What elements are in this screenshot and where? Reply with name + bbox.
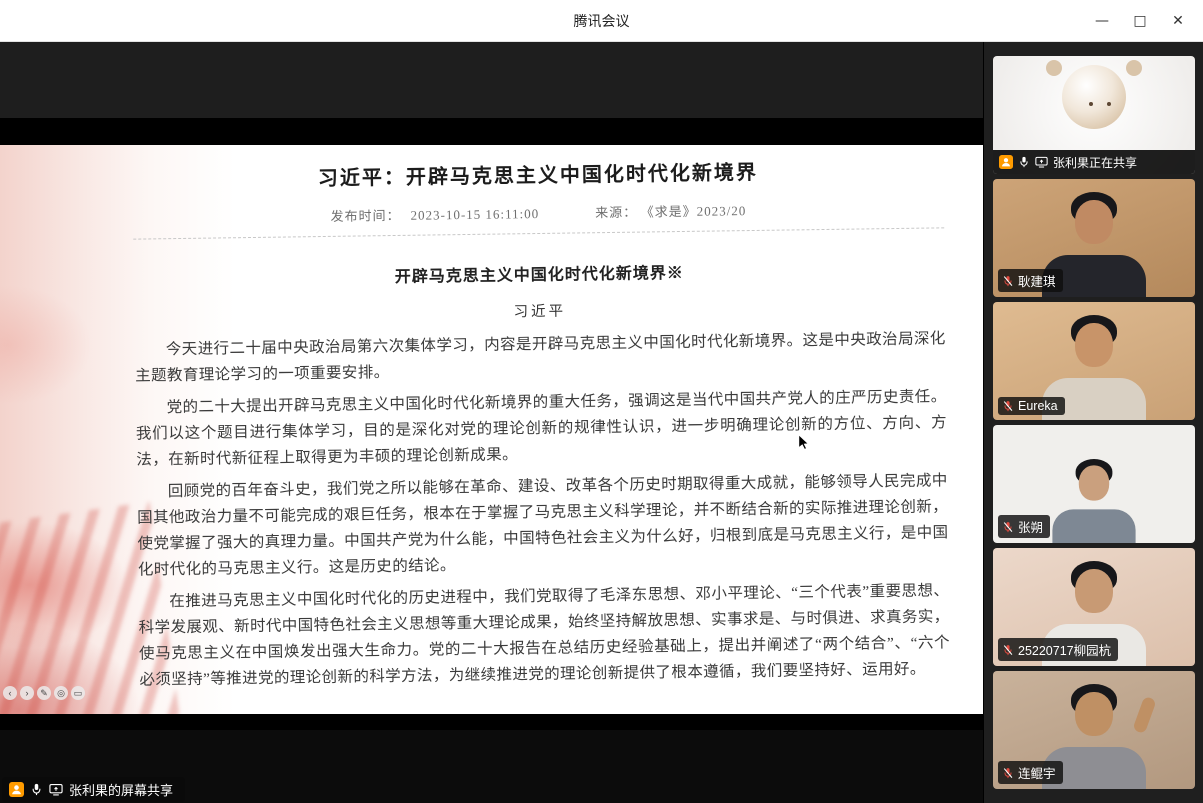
presenter-icon [9,782,24,797]
avatar-eye [1089,102,1093,106]
source-value: 《求是》2023/20 [647,203,746,219]
content-area: 习近平：开辟马克思主义中国化时代化新境界 发布时间： 2023-10-15 16:… [0,42,1203,803]
participant-name: 耿建琪 [1018,271,1056,290]
window-controls: — □ ✕ [1083,0,1197,42]
participant-name: 25220717柳园杭 [1018,640,1111,659]
article-paragraph: 党的二十大提出开辟马克思主义中国化时代化新境界的重大任务，强调这是当代中国共产党… [135,384,947,473]
participants-sidebar: 张利果正在共享 耿建琪 [983,42,1203,803]
participant-name: 张利果正在共享 [1053,154,1137,171]
source-label: 来源： [595,205,637,221]
meeting-window: 腾讯会议 — □ ✕ 习近平：开辟马克思主义中国化时代化新境界 发布时间： 202… [0,0,1203,803]
next-page-icon[interactable]: › [20,686,34,700]
muted-mic-icon [1002,767,1014,779]
screen-share-icon [49,783,63,796]
close-icon: ✕ [1172,13,1184,29]
avatar-eye [1107,102,1111,106]
article-heading: 开辟马克思主义中国化时代化新境界※ [134,255,945,290]
mic-icon [30,783,43,796]
stage-letterbox-top [0,42,983,118]
shared-screen-view: 习近平：开辟马克思主义中国化时代化新境界 发布时间： 2023-10-15 16:… [0,118,983,730]
muted-mic-icon [1002,400,1014,412]
share-badge-label: 张利果的屏幕共享 [69,780,173,799]
article-meta: 发布时间： 2023-10-15 16:11:00 来源： 《求是》2023/20 [133,197,944,227]
eraser-tool-icon[interactable]: ▭ [71,686,85,700]
shared-document: 习近平：开辟马克思主义中国化时代化新境界 发布时间： 2023-10-15 16:… [0,145,983,714]
avatar [1062,65,1126,129]
prev-page-icon[interactable]: ‹ [3,686,17,700]
presenter-icon [999,155,1013,169]
publish-time-value: 2023-10-15 16:11:00 [410,206,539,223]
pen-tool-icon[interactable]: ✎ [37,686,51,700]
article-title: 习近平：开辟马克思主义中国化时代化新境界 [132,153,943,193]
participant-tile[interactable]: 耿建琪 [993,179,1195,297]
participant-name-chip: Eureka [998,397,1065,415]
avatar-ear [1126,60,1142,76]
article-paragraph: 在推进马克思主义中国化时代化的历史进程中，我们党取得了毛泽东思想、邓小平理论、“… [138,578,950,693]
titlebar: 腾讯会议 — □ ✕ [0,0,1203,42]
maximize-button[interactable]: □ [1121,0,1159,42]
maximize-icon: □ [1133,13,1146,29]
muted-mic-icon [1002,644,1014,656]
participant-name: 张朔 [1018,517,1043,536]
participant-name-chip: 连鲲宇 [998,761,1063,784]
publish-time-label: 发布时间： [330,208,400,224]
screen-share-badge: 张利果的屏幕共享 [2,777,185,802]
close-button[interactable]: ✕ [1159,0,1197,42]
participant-tile[interactable]: 张朔 [993,425,1195,543]
article: 习近平：开辟马克思主义中国化时代化新境界 发布时间： 2023-10-15 16:… [132,145,951,694]
article-paragraph: 今天进行二十届中央政治局第六次集体学习，内容是开辟马克思主义中国化时代化新境界。… [135,326,947,389]
screen-share-icon [1035,156,1048,168]
annotation-toolbar: ‹ › ✎ ◎ ▭ [3,686,85,700]
minimize-button[interactable]: — [1083,0,1121,42]
shared-screen-stage: 习近平：开辟马克思主义中国化时代化新境界 发布时间： 2023-10-15 16:… [0,42,983,803]
window-title: 腾讯会议 [0,0,1203,42]
avatar-ear [1046,60,1062,76]
participant-tile[interactable]: 25220717柳园杭 [993,548,1195,666]
participant-name-chip: 25220717柳园杭 [998,638,1118,661]
dashed-divider [133,227,944,239]
mouse-cursor-icon [798,435,810,451]
participant-tile[interactable]: 连鲲宇 [993,671,1195,789]
participant-name-chip: 耿建琪 [998,269,1063,292]
mic-icon [1018,156,1030,168]
article-paragraph: 回顾党的百年奋斗史，我们党之所以能够在革命、建设、改革各个历史时期取得重大成就，… [137,468,949,583]
minimize-icon: — [1095,13,1109,29]
participant-name-chip: 张朔 [998,515,1050,538]
muted-mic-icon [1002,275,1014,287]
sharer-status-bar: 张利果正在共享 [993,150,1195,174]
participant-tile[interactable]: Eureka [993,302,1195,420]
participant-name: 连鲲宇 [1018,763,1056,782]
waving-hand [1132,696,1157,734]
article-author: 习近平 [134,294,945,326]
pointer-tool-icon[interactable]: ◎ [54,686,68,700]
participant-name: Eureka [1018,399,1058,413]
muted-mic-icon [1002,521,1014,533]
participant-tile-sharer[interactable]: 张利果正在共享 [993,56,1195,174]
